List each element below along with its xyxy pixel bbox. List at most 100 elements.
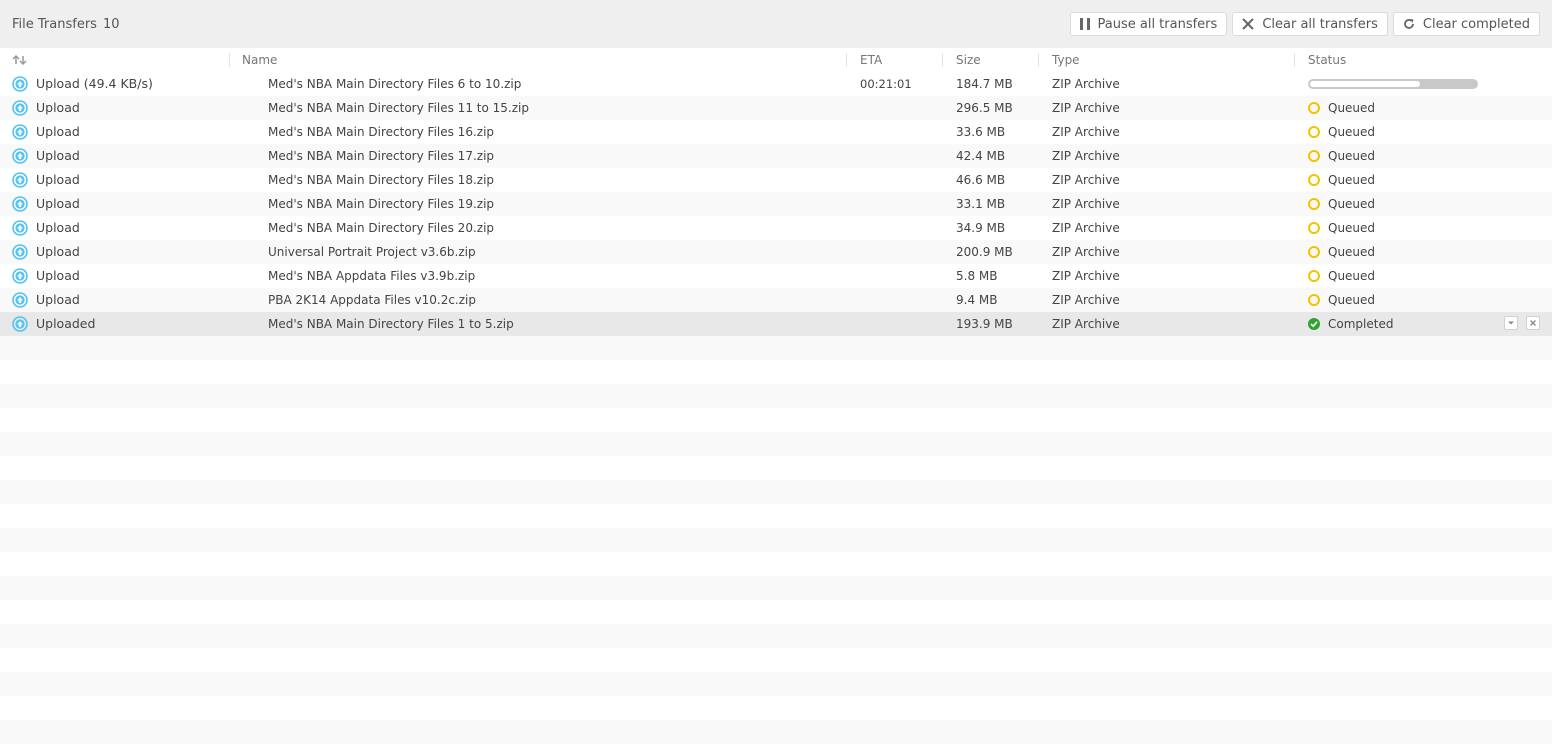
- direction-label: Upload: [36, 100, 80, 115]
- direction-cell: Upload (49.4 KB/s): [12, 72, 153, 96]
- status-label: Queued: [1328, 173, 1376, 187]
- empty-row: [0, 480, 1552, 504]
- row-actions: [1504, 316, 1540, 330]
- empty-row: [0, 528, 1552, 552]
- file-name: Med's NBA Main Directory Files 19.zip: [268, 197, 495, 211]
- status-label: Queued: [1328, 245, 1376, 259]
- table-row[interactable]: Upload Med's NBA Main Directory Files 11 …: [0, 96, 1552, 120]
- table-row[interactable]: Upload Med's NBA Main Directory Files 17.…: [0, 144, 1552, 168]
- transfer-list: Upload (49.4 KB/s) Med's NBA Main Directo…: [0, 72, 1552, 336]
- pause-icon: [1079, 18, 1090, 30]
- file-type: ZIP Archive: [1052, 149, 1120, 163]
- file-type: ZIP Archive: [1052, 293, 1120, 307]
- completed-check-icon: [1308, 318, 1320, 330]
- status-label: Queued: [1328, 197, 1376, 211]
- empty-row: [0, 360, 1552, 384]
- close-icon: [1242, 18, 1255, 30]
- sort-arrows-icon: [12, 54, 27, 66]
- direction-label: Upload (49.4 KB/s): [36, 76, 153, 91]
- empty-row: [0, 600, 1552, 624]
- table-row[interactable]: Uploaded Med's NBA Main Directory Files 1…: [0, 312, 1552, 336]
- page-title-text: File Transfers: [12, 16, 97, 32]
- status-label: Completed: [1328, 317, 1394, 331]
- row-menu-button[interactable]: [1504, 316, 1518, 330]
- table-row[interactable]: Upload PBA 2K14 Appdata Files v10.2c.zip 9…: [0, 288, 1552, 312]
- table-row[interactable]: Upload Med's NBA Main Directory Files 16.…: [0, 120, 1552, 144]
- file-type: ZIP Archive: [1052, 221, 1120, 235]
- column-name[interactable]: Name: [242, 48, 277, 72]
- column-size[interactable]: Size: [956, 48, 981, 72]
- clear-completed-button[interactable]: Clear completed: [1392, 12, 1540, 36]
- empty-list-area: [0, 336, 1552, 744]
- file-name: Med's NBA Main Directory Files 18.zip: [268, 173, 495, 187]
- table-row[interactable]: Upload Med's NBA Main Directory Files 20.…: [0, 216, 1552, 240]
- queued-status-icon: [1308, 198, 1320, 210]
- queued-status-icon: [1308, 102, 1320, 114]
- empty-row: [0, 696, 1552, 720]
- column-separator[interactable]: [1294, 53, 1295, 67]
- column-separator[interactable]: [229, 53, 230, 67]
- progress-bar: [1308, 79, 1478, 89]
- table-row[interactable]: Upload Med's NBA Main Directory Files 19.…: [0, 192, 1552, 216]
- column-separator[interactable]: [846, 53, 847, 67]
- file-size: 33.1 MB: [956, 197, 1006, 211]
- file-name: Med's NBA Appdata Files v3.9b.zip: [268, 269, 476, 283]
- empty-row: [0, 504, 1552, 528]
- file-size: 33.6 MB: [956, 125, 1006, 139]
- table-row[interactable]: Upload (49.4 KB/s) Med's NBA Main Directo…: [0, 72, 1552, 96]
- direction-label: Upload: [36, 172, 80, 187]
- upload-icon: [12, 172, 28, 188]
- direction-cell: Upload: [12, 240, 80, 264]
- file-type: ZIP Archive: [1052, 197, 1120, 211]
- upload-icon: [12, 124, 28, 140]
- file-size: 184.7 MB: [956, 77, 1013, 91]
- clear-completed-label: Clear completed: [1422, 16, 1530, 32]
- empty-row: [0, 408, 1552, 432]
- queued-status-icon: [1308, 246, 1320, 258]
- queued-status-icon: [1308, 222, 1320, 234]
- status-cell: Queued: [1308, 240, 1375, 264]
- empty-row: [0, 672, 1552, 696]
- column-status[interactable]: Status: [1308, 48, 1346, 72]
- empty-row: [0, 432, 1552, 456]
- transfers-header: File Transfers 10 Pause all transfers Cle…: [0, 0, 1552, 48]
- empty-row: [0, 456, 1552, 480]
- pause-all-button[interactable]: Pause all transfers: [1069, 12, 1228, 36]
- upload-icon: [12, 100, 28, 116]
- sort-direction-column[interactable]: [12, 48, 28, 72]
- remove-transfer-button[interactable]: [1526, 316, 1540, 330]
- direction-cell: Upload: [12, 288, 80, 312]
- file-name: PBA 2K14 Appdata Files v10.2c.zip: [268, 293, 476, 307]
- column-type[interactable]: Type: [1052, 48, 1080, 72]
- column-separator[interactable]: [942, 53, 943, 67]
- direction-label: Upload: [36, 148, 80, 163]
- file-name: Med's NBA Main Directory Files 11 to 15.…: [268, 101, 529, 115]
- table-row[interactable]: Upload Universal Portrait Project v3.6b.z…: [0, 240, 1552, 264]
- file-type: ZIP Archive: [1052, 125, 1120, 139]
- upload-icon: [12, 244, 28, 260]
- queued-status-icon: [1308, 174, 1320, 186]
- file-size: 200.9 MB: [956, 245, 1013, 259]
- clear-all-button[interactable]: Clear all transfers: [1232, 12, 1388, 36]
- table-row[interactable]: Upload Med's NBA Appdata Files v3.9b.zip 5…: [0, 264, 1552, 288]
- direction-label: Upload: [36, 124, 80, 139]
- eta-value: 00:21:01: [860, 77, 912, 91]
- file-size: 5.8 MB: [956, 269, 998, 283]
- column-separator[interactable]: [1038, 53, 1039, 67]
- column-header-row: Name ETA Size Type Status: [0, 48, 1552, 72]
- empty-row: [0, 624, 1552, 648]
- direction-cell: Upload: [12, 144, 80, 168]
- file-size: 42.4 MB: [956, 149, 1006, 163]
- empty-row: [0, 648, 1552, 672]
- progress-fill: [1310, 81, 1420, 87]
- upload-icon: [12, 196, 28, 212]
- column-eta[interactable]: ETA: [860, 48, 882, 72]
- upload-icon: [12, 148, 28, 164]
- status-label: Queued: [1328, 125, 1376, 139]
- status-cell: [1308, 72, 1478, 96]
- direction-cell: Upload: [12, 192, 80, 216]
- file-name: Med's NBA Main Directory Files 17.zip: [268, 149, 495, 163]
- table-row[interactable]: Upload Med's NBA Main Directory Files 18.…: [0, 168, 1552, 192]
- direction-label: Upload: [36, 292, 80, 307]
- upload-icon: [12, 220, 28, 236]
